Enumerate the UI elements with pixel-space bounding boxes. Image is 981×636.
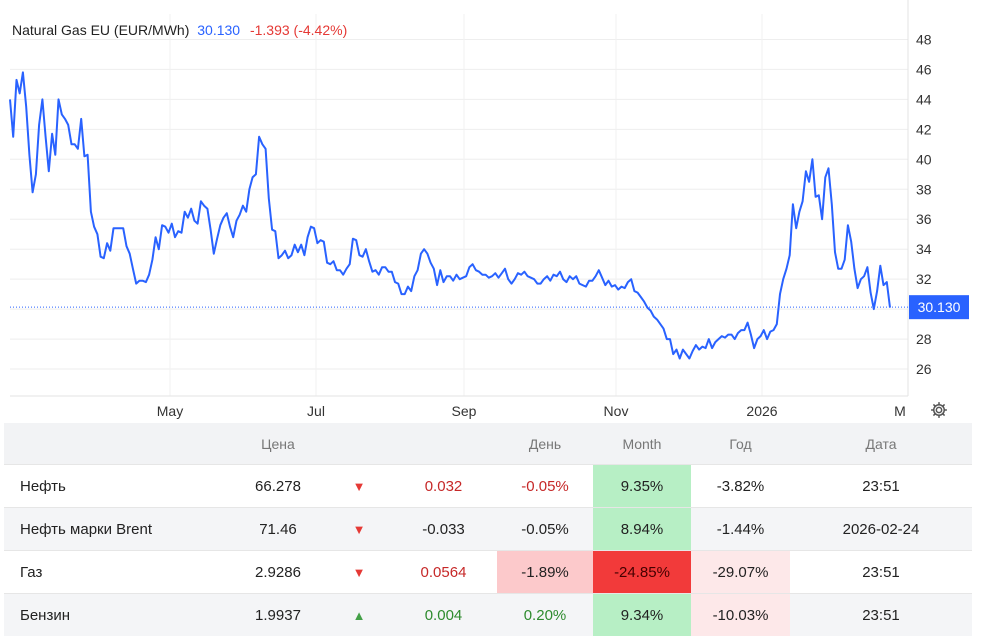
y-tick-label: 38	[916, 181, 932, 197]
row-day: 0.20%	[497, 593, 593, 636]
price-change: -1.393 (-4.42%)	[249, 22, 348, 38]
row-change: 0.032	[390, 464, 497, 508]
y-tick-label: 48	[916, 31, 932, 47]
x-tick-label: M	[894, 403, 906, 419]
row-month: -24.85%	[593, 550, 691, 594]
triangle-down-icon: ▼	[328, 464, 390, 508]
price-series-line	[9, 71, 891, 360]
row-day: -1.89%	[497, 550, 593, 594]
price-chart[interactable]: 262830323436384042444648MayJulSepNov2026…	[0, 0, 981, 425]
row-date: 23:51	[790, 550, 972, 594]
y-tick-label: 36	[916, 211, 932, 227]
y-tick-label: 44	[916, 91, 932, 107]
commodities-table: Цена День Month Год Дата Нефть 66.278 ▼ …	[4, 423, 972, 636]
row-price: 2.9286	[228, 550, 328, 594]
x-tick-label: Nov	[604, 403, 629, 419]
col-header-day: День	[497, 423, 593, 465]
instrument-name: Natural Gas EU (EUR/MWh)	[12, 22, 190, 38]
row-price: 66.278	[228, 464, 328, 508]
row-name[interactable]: Нефть	[4, 464, 228, 508]
y-tick-label: 46	[916, 61, 932, 77]
y-tick-label: 34	[916, 241, 932, 257]
y-tick-label: 28	[916, 331, 932, 347]
y-tick-label: 40	[916, 151, 932, 167]
row-month: 9.34%	[593, 593, 691, 636]
table-row[interactable]: Бензин 1.9937 ▲ 0.004 0.20% 9.34% -10.03…	[4, 593, 972, 636]
x-tick-label: May	[157, 403, 183, 419]
col-header-dir	[328, 423, 390, 465]
row-year: -3.82%	[691, 464, 790, 508]
row-name[interactable]: Нефть марки Brent	[4, 507, 228, 551]
y-tick-label: 32	[916, 271, 932, 287]
x-tick-label: Sep	[452, 403, 477, 419]
row-name[interactable]: Бензин	[4, 593, 228, 636]
row-date: 2026-02-24	[790, 507, 972, 551]
col-header-date: Дата	[790, 423, 972, 465]
col-header-change	[390, 423, 497, 465]
row-day: -0.05%	[497, 507, 593, 551]
col-header-name	[4, 423, 228, 465]
row-year: -1.44%	[691, 507, 790, 551]
row-change: -0.033	[390, 507, 497, 551]
row-month: 9.35%	[593, 464, 691, 508]
row-month: 8.94%	[593, 507, 691, 551]
chart-svg: 262830323436384042444648MayJulSepNov2026…	[9, 0, 969, 419]
table-row[interactable]: Нефть марки Brent 71.46 ▼ -0.033 -0.05% …	[4, 507, 972, 551]
x-tick-label: 2026	[746, 403, 777, 419]
triangle-down-icon: ▼	[328, 507, 390, 551]
table-header-row: Цена День Month Год Дата	[4, 423, 972, 465]
y-tick-label: 26	[916, 361, 932, 377]
chart-header: Natural Gas EU (EUR/MWh) 30.130 -1.393 (…	[12, 22, 347, 38]
current-price: 30.130	[197, 22, 241, 38]
row-year: -10.03%	[691, 593, 790, 636]
row-change: 0.0564	[390, 550, 497, 594]
row-day: -0.05%	[497, 464, 593, 508]
col-header-price: Цена	[228, 423, 328, 465]
col-header-month: Month	[593, 423, 691, 465]
row-date: 23:51	[790, 593, 972, 636]
row-year: -29.07%	[691, 550, 790, 594]
triangle-up-icon: ▲	[328, 593, 390, 636]
gear-icon[interactable]	[929, 400, 949, 420]
row-name[interactable]: Газ	[4, 550, 228, 594]
row-price: 71.46	[228, 507, 328, 551]
price-tag-label: 30.130	[918, 299, 961, 315]
table-row[interactable]: Газ 2.9286 ▼ 0.0564 -1.89% -24.85% -29.0…	[4, 550, 972, 594]
row-change: 0.004	[390, 593, 497, 636]
row-price: 1.9937	[228, 593, 328, 636]
table-row[interactable]: Нефть 66.278 ▼ 0.032 -0.05% 9.35% -3.82%…	[4, 464, 972, 508]
col-header-year: Год	[691, 423, 790, 465]
row-date: 23:51	[790, 464, 972, 508]
y-tick-label: 42	[916, 121, 932, 137]
x-tick-label: Jul	[307, 403, 325, 419]
triangle-down-icon: ▼	[328, 550, 390, 594]
